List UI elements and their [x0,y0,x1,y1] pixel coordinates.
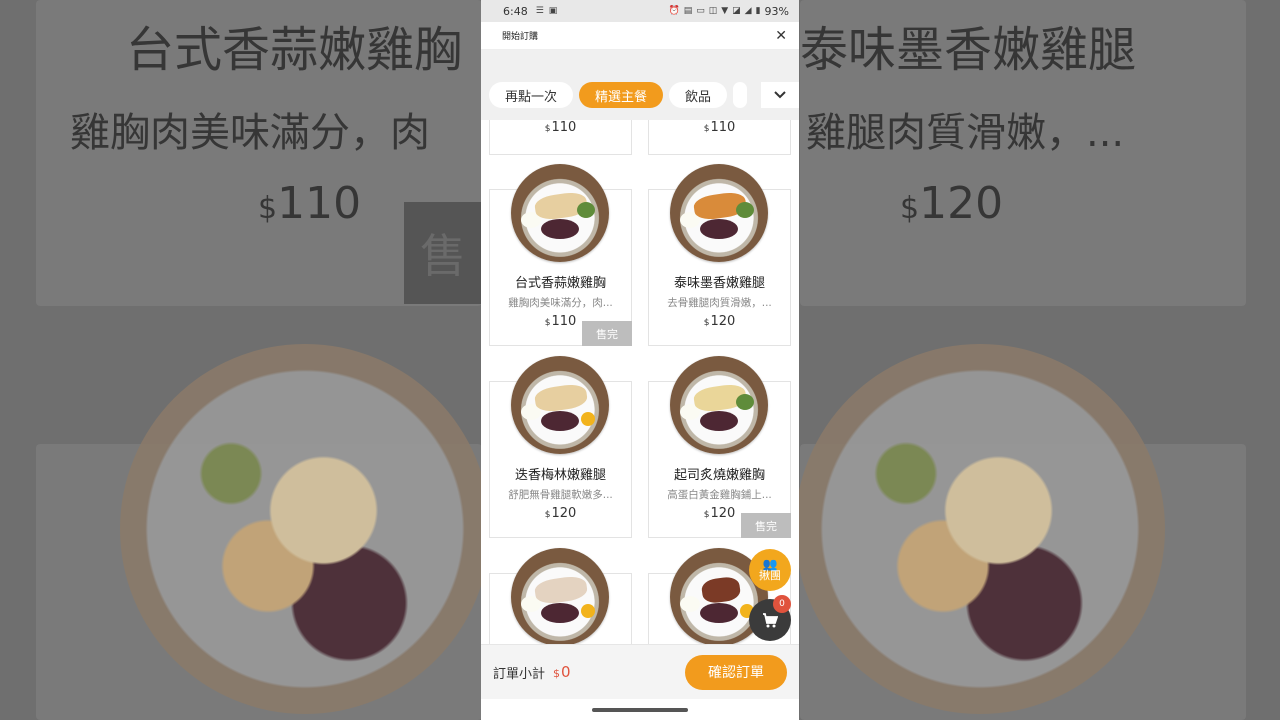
bg-bowl-image-right [795,344,1165,714]
group-order-label: 揪團 [759,569,781,582]
wifi-icon: ▼ [721,6,729,16]
chevron-down-icon[interactable] [761,82,799,108]
soldout-badge: 售完 [741,513,791,538]
bg-right-price: $120 [900,178,1004,229]
item-desc: 高蛋白黃金雞胸鋪上... [667,489,772,501]
item-name: 起司炙燒嫩雞胸 [673,468,765,483]
home-gesture-handle[interactable] [592,708,688,712]
screenshot-icon: ▣ [548,6,558,16]
category-tabs: 再點一次 精選主餐 飲品 [481,70,799,120]
item-desc: 雞胸肉美味滿分，肉... [508,297,613,309]
menu-card-prev-2[interactable]: $110 [648,120,791,155]
tab-drinks[interactable]: 飲品 [669,82,728,108]
status-right-icons: ⏰ ▤ ▭ ◫ ▼ ◪ ◢ ▮ 93% [668,5,789,18]
bg-right-title: 泰味墨香嫩雞腿 [800,22,1137,78]
tab-reorder[interactable]: 再點一次 [489,82,574,108]
close-icon[interactable]: ✕ [775,28,787,44]
video-frame: 台式香蒜嫩雞胸 雞胸肉美味滿分，肉 $110 售 泰味墨香嫩雞腿 雞腿肉質滑嫩，… [0,0,1280,720]
menu-card-prev-1[interactable]: $110 [489,120,632,155]
item-image[interactable] [670,164,768,262]
confirm-order-button[interactable]: 確認訂單 [685,654,787,690]
item-image[interactable] [511,548,609,644]
item-name: 台式香蒜嫩雞胸 [514,276,606,291]
tab-partial[interactable] [733,82,748,108]
bg-right-desc: 雞腿肉質滑嫩，... [806,110,1125,156]
tab-featured-mains[interactable]: 精選主餐 [579,82,664,108]
item-name: 泰味墨香嫩雞腿 [673,276,765,291]
order-footer: 訂單小計 $0 確認訂單 [481,644,799,699]
item-desc: 舒肥無骨雞腿軟嫩多... [508,489,613,501]
header-spacer [481,50,799,70]
notification-icon: ☰ [535,6,544,16]
status-time: 6:48 [503,4,528,18]
item-image[interactable] [511,356,609,454]
soldout-badge: 售完 [582,321,632,346]
page-title: 開始訂購 [502,32,539,42]
cast-icon: ▭ [696,6,705,16]
battery-icon: ▮ [755,6,761,16]
no-signal-icon: ◪ [732,6,741,16]
group-order-button[interactable]: 👥 揪團 [749,549,791,591]
item-desc: 去骨雞腿肉質滑嫩，... [667,297,772,309]
cart-count-badge: 0 [773,595,791,613]
message-icon: ▤ [683,6,693,16]
vibrate-icon: ◫ [708,6,718,16]
bg-left-title: 台式香蒜嫩雞胸 [126,22,463,78]
item-image[interactable] [511,164,609,262]
bg-bowl-image-left [120,344,490,714]
item-name: 迭香梅林嫩雞腿 [514,468,606,483]
phone-screen: 6:48 ☰ ▣ ⏰ ▤ ▭ ◫ ▼ ◪ ◢ ▮ 93% 開始訂購 ✕ 再點一次… [481,0,799,720]
item-price: $110 [544,120,577,135]
status-left-icons: ☰ ▣ [536,6,558,16]
item-price: $110 [703,120,736,135]
system-nav-bar [481,699,799,720]
bg-left-desc: 雞胸肉美味滿分，肉 [70,110,430,156]
order-header: 開始訂購 ✕ [481,22,799,50]
item-price: $120 [703,314,736,329]
bg-soldout: 售 [404,202,482,304]
bg-left-price: $110 [258,178,362,229]
subtotal-value: $0 [553,663,571,681]
subtotal-label: 訂單小計 [493,666,546,682]
cart-icon [763,612,778,627]
alarm-icon: ⏰ [668,6,680,16]
item-price: $120 [544,506,577,521]
item-image[interactable] [670,356,768,454]
battery-percent: 93% [764,4,789,18]
status-bar: 6:48 ☰ ▣ ⏰ ▤ ▭ ◫ ▼ ◪ ◢ ▮ 93% [481,0,799,22]
signal-icon: ◢ [744,6,752,16]
